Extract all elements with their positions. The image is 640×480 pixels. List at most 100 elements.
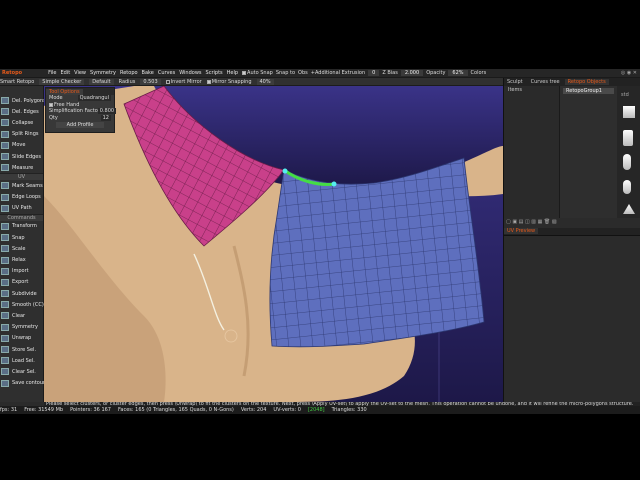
commands-section-header: Commands xyxy=(0,213,43,221)
tool-store-sel[interactable]: Store Sel. xyxy=(0,344,43,355)
menu-windows[interactable]: Windows xyxy=(179,70,201,76)
tool-slide-edges[interactable]: Slide Edges xyxy=(0,151,43,162)
object-toolbar-icons[interactable]: ▢ ▣ ▤ ◫ ▥ ▦ 🗑 ▧ xyxy=(504,218,617,226)
tool-scale[interactable]: Scale xyxy=(0,243,43,254)
tool-label: Store Sel. xyxy=(12,346,37,353)
mirror-snapping-field[interactable]: 40% xyxy=(256,78,274,85)
auto-snap-checkbox[interactable] xyxy=(242,71,247,75)
verts-count: Verts: 204 xyxy=(240,407,267,413)
scale-icon xyxy=(1,245,9,253)
tool-symmetry[interactable]: Symmetry xyxy=(0,322,43,333)
z-bias-field[interactable]: 2.000 xyxy=(400,70,424,76)
snap-mode-dropdown[interactable]: Obs xyxy=(298,70,308,76)
tool-label: Edge Loops xyxy=(12,194,41,201)
tool-label: Collapse xyxy=(12,119,34,126)
tool-clear-sel[interactable]: Clear Sel. xyxy=(0,366,43,377)
tab-sculpt[interactable]: Sculpt xyxy=(504,79,526,85)
tool-snap[interactable]: Snap xyxy=(0,232,43,243)
pointers-count: Pointers: 36 167 xyxy=(70,407,111,413)
3d-viewport[interactable] xyxy=(44,86,503,402)
box-icon[interactable] xyxy=(623,130,633,146)
retopo-group-item[interactable]: RetopoGroup1 xyxy=(563,88,614,94)
app-window: Retopo File Edit View Symmetry Retopo Ba… xyxy=(0,69,640,414)
add-profile-button[interactable]: Add Profile xyxy=(56,122,104,128)
tool-collapse[interactable]: Collapse xyxy=(0,117,43,128)
tool-label: UV Path xyxy=(12,205,32,212)
tool-mark-seams[interactable]: Mark Seams xyxy=(0,180,43,191)
uv-preview-tab[interactable]: UV Preview xyxy=(504,228,539,234)
free-hand-label: Free Hand xyxy=(54,101,80,108)
tool-save-contour[interactable]: Save contour xyxy=(0,378,46,389)
tool-clear[interactable]: Clear xyxy=(0,310,43,321)
transform-icon xyxy=(1,222,9,230)
capsule-icon[interactable] xyxy=(623,154,631,170)
tool-load-sel[interactable]: Load Sel. xyxy=(0,355,43,366)
tool-edge-loops[interactable]: Edge Loops xyxy=(0,192,43,203)
slide-edges-icon xyxy=(1,153,9,161)
mode-row: Mode Quadrangul xyxy=(46,95,114,102)
symmetry-icon xyxy=(1,323,9,331)
vertex-handle xyxy=(331,181,337,187)
menu-curves[interactable]: Curves xyxy=(158,70,175,76)
tab-curves-tree[interactable]: Curves tree xyxy=(528,79,563,85)
tool-uv-path[interactable]: UV Path xyxy=(0,203,43,214)
mirror-snapping-checkbox[interactable] xyxy=(206,79,211,84)
uv-preview-area[interactable] xyxy=(504,235,640,383)
qty-field[interactable]: 12 xyxy=(100,114,111,121)
tool-label: Relax xyxy=(12,257,26,264)
menu-scripts[interactable]: Scripts xyxy=(206,70,223,76)
free-memory: Free: 31549 Mb xyxy=(24,407,64,413)
default-dropdown[interactable]: Default xyxy=(89,78,114,85)
menu-edit[interactable]: Edit xyxy=(60,70,70,76)
menu-view[interactable]: View xyxy=(74,70,86,76)
tool-transform[interactable]: Transform xyxy=(0,221,43,232)
room-title[interactable]: Retopo xyxy=(2,70,22,76)
tab-retopo-objects[interactable]: Retopo Objects xyxy=(564,79,609,85)
tool-subdivide[interactable]: Subdivide xyxy=(0,288,43,299)
tool-measure[interactable]: Measure xyxy=(0,162,43,173)
tool-relax[interactable]: Relax xyxy=(0,254,43,265)
menu-bake[interactable]: Bake xyxy=(142,70,154,76)
window-controls-icon[interactable]: ◎ ◉ ✕ xyxy=(621,70,637,76)
menu-retopo[interactable]: Retopo xyxy=(120,70,138,76)
cylinder-icon[interactable] xyxy=(623,180,631,194)
shader-dropdown[interactable]: Simple Checker xyxy=(39,78,85,85)
z-bias-label: Z Bias xyxy=(382,70,398,76)
tree-item[interactable]: Items xyxy=(504,86,559,94)
colors-button[interactable]: Colors xyxy=(471,70,487,76)
mode-dropdown[interactable]: Quadrangul xyxy=(77,95,111,102)
tool-label: Import xyxy=(12,268,29,275)
menu-help[interactable]: Help xyxy=(227,70,238,76)
free-hand-checkbox[interactable] xyxy=(49,102,53,107)
tool-unwrap[interactable]: Unwrap xyxy=(0,333,43,344)
tool-label: Subdivide xyxy=(12,290,37,297)
tool-options-tab[interactable]: Tool Options xyxy=(46,88,83,95)
tool-split-rings[interactable]: Split Rings xyxy=(0,129,43,140)
simplification-field[interactable]: 0.800 xyxy=(97,108,117,115)
tool-del-polygons[interactable]: Del. Polygons xyxy=(0,95,46,106)
tool-del-edges[interactable]: Del. Edges xyxy=(0,106,43,117)
menu-symmetry[interactable]: Symmetry xyxy=(90,70,116,76)
cone-icon[interactable] xyxy=(623,204,635,214)
invert-mirror-checkbox[interactable] xyxy=(165,79,170,84)
tool-import[interactable]: Import xyxy=(0,266,43,277)
tool-label: Clear xyxy=(12,312,26,319)
smart-retopo-button[interactable]: Smart Retopo xyxy=(0,79,34,85)
toolbar: Smart Retopo Simple Checker Default Radi… xyxy=(0,78,503,86)
opacity-field[interactable]: 62% xyxy=(448,70,468,76)
tool-panel: Del. Polygons Del. Edges Collapse Split Rin… xyxy=(0,86,46,402)
radius-field[interactable]: 0.503 xyxy=(140,78,161,85)
extrusion-field[interactable]: 0 xyxy=(368,70,380,76)
primitive-shapes: std xyxy=(617,86,640,218)
tool-export[interactable]: Export xyxy=(0,277,43,288)
tool-move[interactable]: Move xyxy=(0,140,43,151)
clear-icon xyxy=(1,312,9,320)
tool-label: Save contour xyxy=(12,380,46,387)
tool-smooth-cc[interactable]: Smooth (CC) xyxy=(0,299,44,310)
menu-file[interactable]: File xyxy=(48,70,56,76)
uv-preview-header: UV Preview xyxy=(504,228,640,235)
snap-icon xyxy=(1,234,9,242)
tool-label: Slide Edges xyxy=(12,153,41,160)
cube-icon[interactable] xyxy=(623,106,635,118)
right-tabs: Sculpt Curves tree Retopo Objects xyxy=(504,78,640,86)
